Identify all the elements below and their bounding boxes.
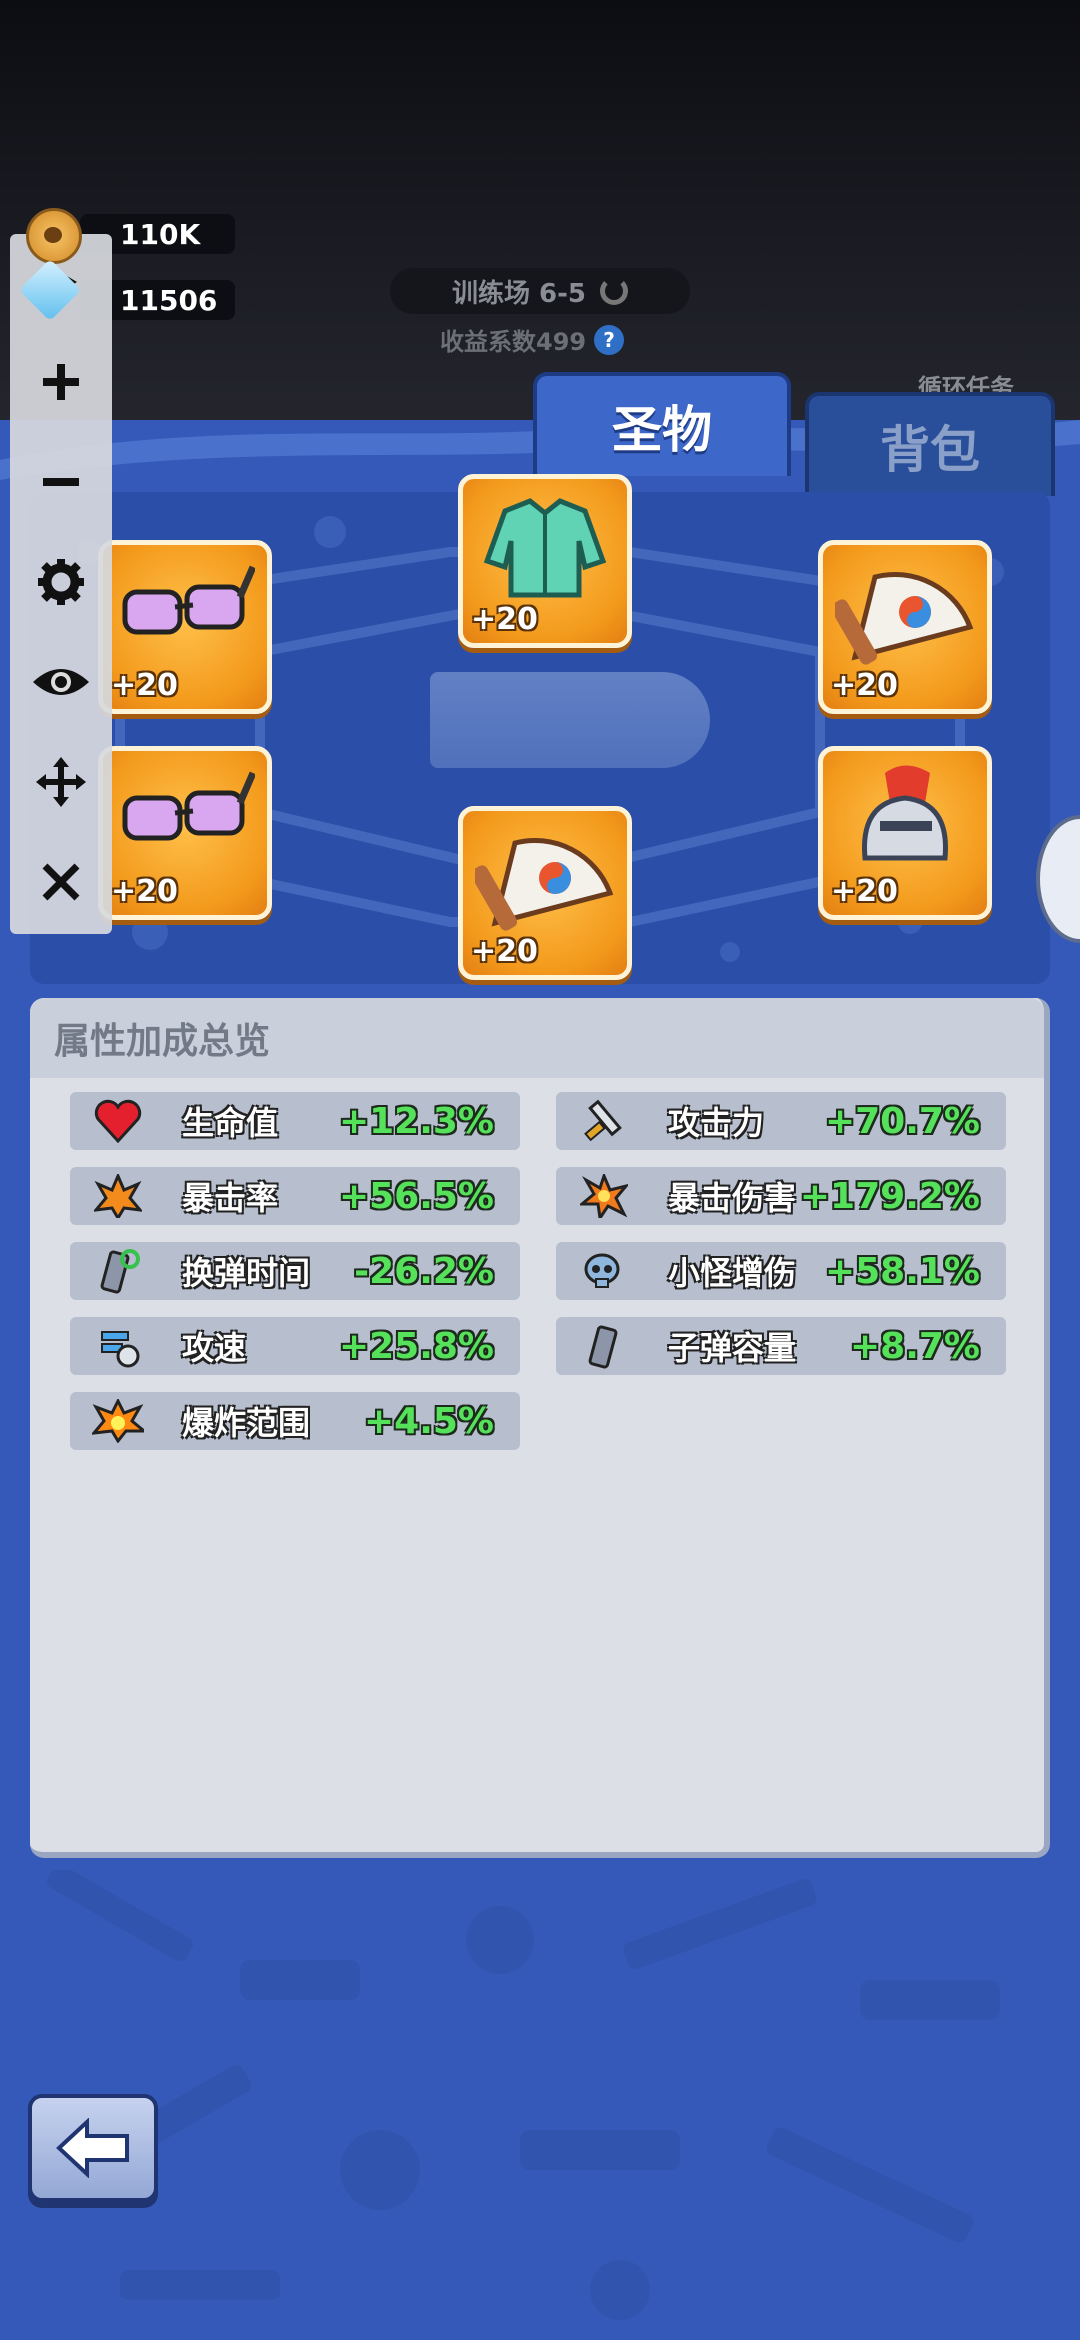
relic-level: +20 xyxy=(471,934,538,969)
attr-label: 暴击伤害 xyxy=(668,1179,797,1217)
refresh-icon[interactable] xyxy=(600,277,629,305)
speed-icon xyxy=(90,1321,146,1371)
attr-value: +56.5% xyxy=(338,1175,494,1217)
fan-icon xyxy=(475,838,614,931)
attr-value: +12.3% xyxy=(338,1100,494,1142)
plus-icon[interactable] xyxy=(10,342,112,422)
attr-label: 生命值 xyxy=(182,1104,279,1142)
relic-slot-fan[interactable]: +20 xyxy=(818,540,992,714)
attr-value: +58.1% xyxy=(824,1250,980,1292)
bullet-silhouette xyxy=(430,672,710,768)
relic-level: +20 xyxy=(471,602,538,637)
gear-icon[interactable] xyxy=(10,542,112,622)
attribute-panel-title: 属性加成总览 xyxy=(30,998,1044,1078)
magazine-icon xyxy=(576,1321,632,1371)
relic-level: +20 xyxy=(831,668,898,703)
goggles-icon xyxy=(122,771,255,841)
attr-row-crit-damage: 暴击伤害 +179.2% xyxy=(556,1167,1006,1225)
tab-backpack[interactable]: 背包 xyxy=(805,392,1055,496)
attr-row-hp: 生命值 +12.3% xyxy=(70,1092,520,1150)
attr-value: +179.2% xyxy=(799,1175,980,1217)
back-button[interactable] xyxy=(28,2094,158,2202)
paw-coin-icon xyxy=(26,208,82,264)
gem-amount: 11506 xyxy=(120,283,218,317)
attr-row-reload-time: 换弹时间 -26.2% xyxy=(70,1242,520,1300)
relic-slot-jacket[interactable]: +20 xyxy=(458,474,632,648)
relic-level: +20 xyxy=(111,668,178,703)
attr-value: -26.2% xyxy=(354,1250,494,1292)
floating-toolbar xyxy=(10,234,112,934)
help-icon[interactable]: ? xyxy=(594,324,625,355)
attr-row-minion-damage: 小怪增伤 +58.1% xyxy=(556,1242,1006,1300)
minus-icon[interactable] xyxy=(10,442,112,522)
goggles-icon xyxy=(122,565,255,635)
attr-value: +8.7% xyxy=(849,1325,980,1367)
coin-amount: 110K xyxy=(120,217,201,251)
attr-label: 攻击力 xyxy=(668,1104,765,1142)
attr-label: 攻速 xyxy=(182,1329,247,1367)
stage-name: 训练场 6-5 xyxy=(451,278,587,309)
skull-icon xyxy=(576,1246,632,1296)
star-burst-icon xyxy=(576,1171,632,1221)
weapon-pattern-background xyxy=(47,1870,1000,2320)
relic-slot-goggles[interactable]: +20 xyxy=(98,746,272,920)
reload-icon xyxy=(90,1246,146,1296)
relic-slot-helmet[interactable]: +20 xyxy=(818,746,992,920)
relic-slot-fan[interactable]: +20 xyxy=(458,806,632,980)
relic-level: +20 xyxy=(831,874,898,909)
heart-icon xyxy=(90,1096,146,1146)
burst-icon xyxy=(90,1171,146,1221)
attr-row-attack-speed: 攻速 +25.8% xyxy=(70,1317,520,1375)
attr-value: +25.8% xyxy=(338,1325,494,1367)
attr-label: 子弹容量 xyxy=(668,1329,797,1367)
eye-icon[interactable] xyxy=(10,642,112,722)
attribute-bonus-panel: 属性加成总览 生命值 +12.3% 暴击率 +56.5% 换弹时间 -26.2%… xyxy=(30,998,1050,1858)
attr-label: 爆炸范围 xyxy=(182,1404,311,1442)
attr-row-magazine-capacity: 子弹容量 +8.7% xyxy=(556,1317,1006,1375)
close-icon[interactable] xyxy=(10,842,112,922)
attr-value: +70.7% xyxy=(824,1100,980,1142)
tab-relics[interactable]: 圣物 xyxy=(533,372,791,476)
attr-label: 暴击率 xyxy=(182,1179,279,1217)
income-coefficient: 收益系数499 ? xyxy=(440,322,625,357)
attr-row-crit-rate: 暴击率 +56.5% xyxy=(70,1167,520,1225)
fan-icon xyxy=(835,572,974,665)
explosion-icon xyxy=(90,1396,146,1446)
attr-label: 换弹时间 xyxy=(182,1254,311,1292)
attr-row-attack: 攻击力 +70.7% xyxy=(556,1092,1006,1150)
back-arrow-icon xyxy=(56,2118,129,2178)
income-label: 收益系数499 xyxy=(440,328,587,356)
helmet-icon xyxy=(862,765,948,861)
sword-icon xyxy=(576,1096,632,1146)
stage-indicator[interactable]: 训练场 6-5 xyxy=(390,268,690,314)
relic-slot-goggles[interactable]: +20 xyxy=(98,540,272,714)
move-icon[interactable] xyxy=(10,742,112,822)
attr-value: +4.5% xyxy=(363,1400,494,1442)
attr-row-explosion-range: 爆炸范围 +4.5% xyxy=(70,1392,520,1450)
jacket-icon xyxy=(483,498,607,598)
relic-level: +20 xyxy=(111,874,178,909)
attr-label: 小怪增伤 xyxy=(668,1254,797,1292)
